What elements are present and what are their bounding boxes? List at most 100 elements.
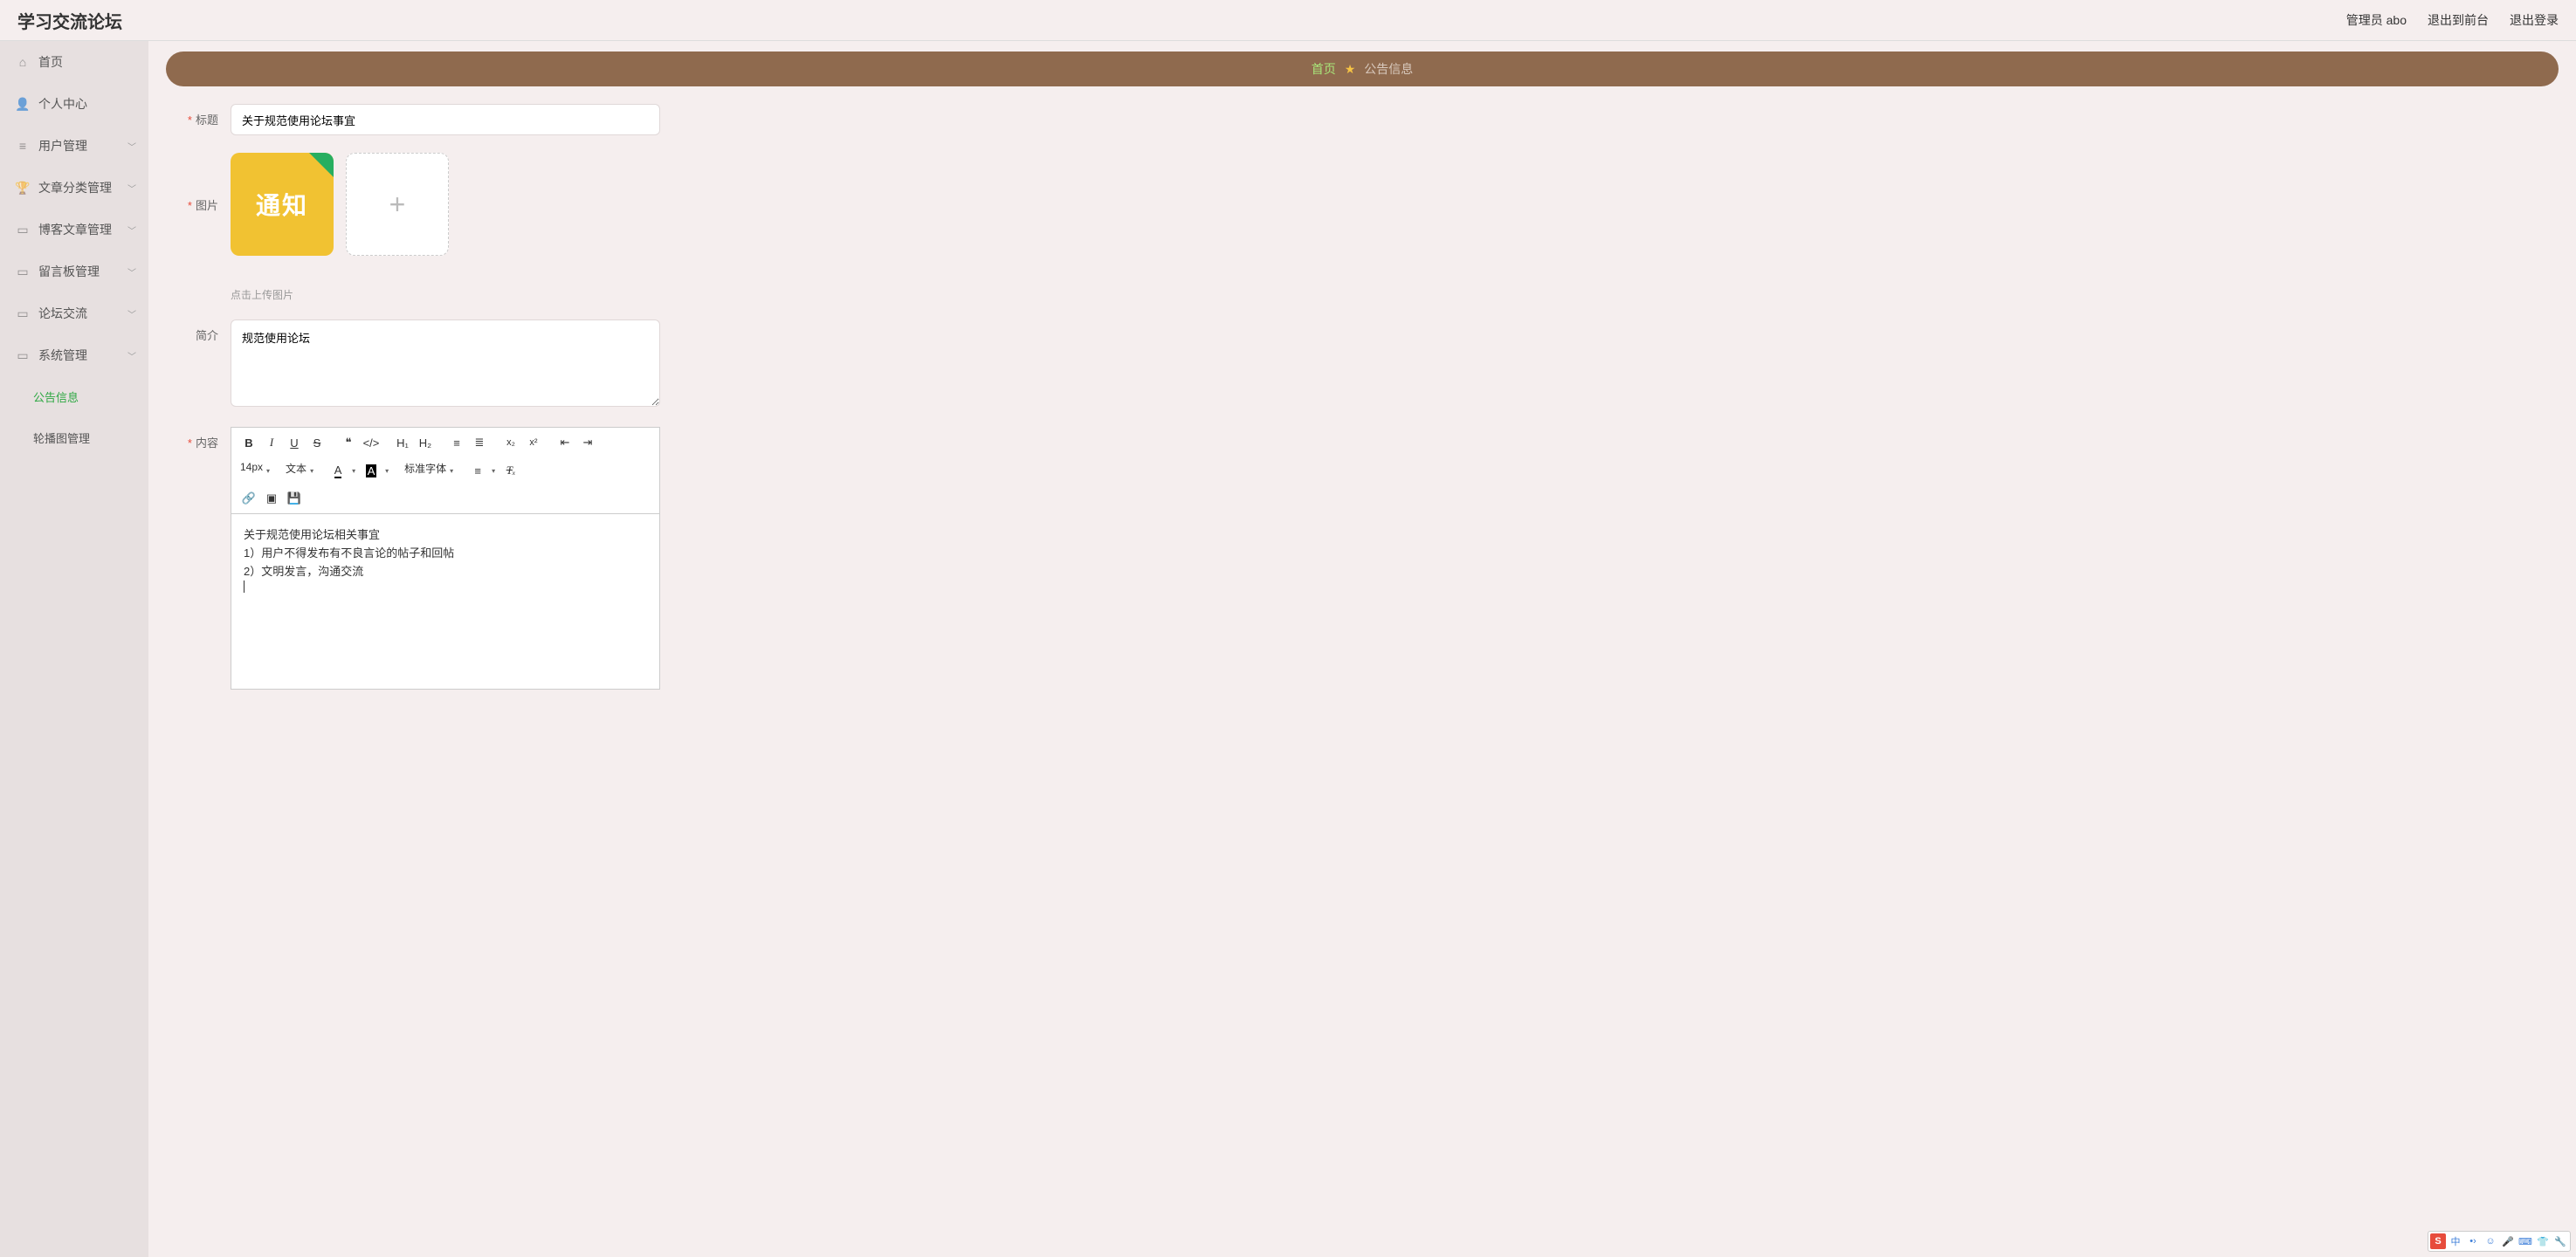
- strike-button[interactable]: S: [307, 433, 327, 452]
- sidebar-item-label: 博客文章管理: [38, 221, 112, 238]
- underline-button[interactable]: U: [284, 433, 305, 452]
- gear-icon: ▭: [16, 348, 30, 362]
- editor-toolbar: B I U S ❝ </> H₁ H₂ ≡ ≣ x₂: [231, 428, 659, 514]
- chevron-down-icon: ﹀: [127, 349, 136, 362]
- editor-body[interactable]: 关于规范使用论坛相关事宜 1）用户不得发布有不良言论的帖子和回帖 2）文明发言，…: [231, 514, 659, 689]
- exit-frontend-link[interactable]: 退出到前台: [2428, 11, 2489, 29]
- upload-hint: 点击上传图片: [231, 287, 2559, 302]
- top-right-nav: 管理员 abo 退出到前台 退出登录: [2346, 11, 2559, 29]
- logout-link[interactable]: 退出登录: [2510, 11, 2559, 29]
- chevron-down-icon: ﹀: [127, 307, 136, 320]
- text-color-button[interactable]: A: [327, 461, 348, 480]
- sidebar-item-label: 轮播图管理: [33, 429, 90, 446]
- main-content: 首页 ★ 公告信息 *标题 *图片 通知 +: [148, 41, 2576, 1257]
- ime-s-icon[interactable]: S: [2430, 1233, 2446, 1249]
- h2-button[interactable]: H₂: [415, 433, 436, 452]
- corner-badge: [309, 153, 334, 177]
- sidebar-item-guestbook[interactable]: ▭ 留言板管理 ﹀: [0, 251, 148, 292]
- fontsize-select[interactable]: 14px▾: [238, 461, 273, 480]
- top-bar: 学习交流论坛 管理员 abo 退出到前台 退出登录: [0, 0, 2576, 41]
- label-title: *标题: [166, 104, 218, 127]
- editor-line: 1）用户不得发布有不良言论的帖子和回帖: [244, 545, 647, 563]
- chevron-down-icon: ﹀: [127, 265, 136, 278]
- editor-line: 2）文明发言，沟通交流: [244, 563, 647, 581]
- row-intro: 简介 规范使用论坛: [166, 319, 2559, 409]
- ime-tool-icon[interactable]: 🔧: [2552, 1233, 2568, 1249]
- label-content: *内容: [166, 427, 218, 450]
- editor-line: 关于规范使用论坛相关事宜: [244, 526, 647, 545]
- sidebar-item-article-cat[interactable]: 🏆 文章分类管理 ﹀: [0, 167, 148, 209]
- bold-button[interactable]: B: [238, 433, 259, 452]
- label-image: *图片: [166, 153, 218, 213]
- sidebar-item-forum[interactable]: ▭ 论坛交流 ﹀: [0, 292, 148, 334]
- link-button[interactable]: 🔗: [238, 489, 259, 508]
- sidebar-item-home[interactable]: ⌂ 首页: [0, 41, 148, 83]
- ordered-list-button[interactable]: ≡: [446, 433, 467, 452]
- label-intro: 简介: [166, 319, 218, 343]
- sidebar-sub-announcement[interactable]: 公告信息: [0, 376, 148, 417]
- ime-face-icon[interactable]: ☺: [2483, 1233, 2498, 1249]
- doc-icon: ▭: [16, 223, 30, 237]
- h1-button[interactable]: H₁: [392, 433, 413, 452]
- sidebar-item-label: 首页: [38, 53, 63, 71]
- save-button[interactable]: 💾: [284, 489, 305, 508]
- sidebar-item-label: 系统管理: [38, 347, 87, 364]
- ime-punct-icon[interactable]: •›: [2465, 1233, 2481, 1249]
- intro-textarea[interactable]: 规范使用论坛: [231, 319, 660, 407]
- sidebar-sub-carousel[interactable]: 轮播图管理: [0, 417, 148, 458]
- image-button[interactable]: ▣: [261, 489, 282, 508]
- sidebar-item-system[interactable]: ▭ 系统管理 ﹀: [0, 334, 148, 376]
- ime-zh-icon[interactable]: 中: [2448, 1233, 2463, 1249]
- breadcrumb-home[interactable]: 首页: [1312, 60, 1336, 78]
- notice-text: 通知: [256, 187, 308, 222]
- thumbnail-notice[interactable]: 通知: [231, 153, 334, 256]
- sidebar-item-label: 论坛交流: [38, 305, 87, 322]
- indent-button[interactable]: ⇤: [554, 433, 575, 452]
- sidebar-item-label: 用户管理: [38, 137, 87, 155]
- italic-button[interactable]: I: [261, 433, 282, 452]
- superscript-button[interactable]: x²: [523, 433, 544, 452]
- row-content: *内容 B I U S ❝ </> H₁ H₂ ≡: [166, 427, 2559, 690]
- sidebar-item-label: 个人中心: [38, 95, 87, 113]
- title-input[interactable]: [231, 104, 660, 135]
- chevron-down-icon: ﹀: [127, 182, 136, 195]
- ime-mic-icon[interactable]: 🎤: [2500, 1233, 2516, 1249]
- gift-icon: ▭: [16, 306, 30, 320]
- admin-label[interactable]: 管理员 abo: [2346, 11, 2407, 29]
- block-select[interactable]: 文本▾: [284, 461, 317, 480]
- list-icon: ≡: [16, 139, 30, 153]
- plus-icon: +: [389, 189, 406, 221]
- upload-add-button[interactable]: +: [346, 153, 449, 256]
- sidebar-item-label: 文章分类管理: [38, 179, 112, 196]
- sidebar-item-label: 留言板管理: [38, 263, 100, 280]
- fontfamily-select[interactable]: 标准字体▾: [403, 461, 457, 480]
- ime-toolbar: S 中 •› ☺ 🎤 ⌨ 👕 🔧: [2428, 1231, 2571, 1252]
- breadcrumb: 首页 ★ 公告信息: [166, 52, 2559, 86]
- bg-color-button[interactable]: A: [361, 461, 382, 480]
- align-button[interactable]: ≡: [467, 461, 488, 480]
- unordered-list-button[interactable]: ≣: [469, 433, 490, 452]
- rich-editor: B I U S ❝ </> H₁ H₂ ≡ ≣ x₂: [231, 427, 660, 690]
- text-cursor: [244, 580, 245, 593]
- row-title: *标题: [166, 104, 2559, 135]
- ime-person-icon[interactable]: 👕: [2535, 1233, 2551, 1249]
- outdent-button[interactable]: ⇥: [577, 433, 598, 452]
- ime-keyboard-icon[interactable]: ⌨: [2517, 1233, 2533, 1249]
- sidebar: ⌂ 首页 👤 个人中心 ≡ 用户管理 ﹀ 🏆 文章分类管理 ﹀ ▭ 博客文章管理…: [0, 41, 148, 1257]
- code-button[interactable]: </>: [361, 433, 382, 452]
- app-logo: 学习交流论坛: [17, 8, 122, 33]
- sidebar-item-user-mgmt[interactable]: ≡ 用户管理 ﹀: [0, 125, 148, 167]
- breadcrumb-current: 公告信息: [1364, 60, 1413, 78]
- sidebar-item-profile[interactable]: 👤 个人中心: [0, 83, 148, 125]
- message-icon: ▭: [16, 264, 30, 278]
- home-icon: ⌂: [16, 55, 30, 69]
- trophy-icon: 🏆: [16, 181, 30, 195]
- row-image: *图片 通知 +: [166, 153, 2559, 256]
- quote-button[interactable]: ❝: [338, 433, 359, 452]
- chevron-down-icon: ﹀: [127, 140, 136, 153]
- star-icon: ★: [1345, 62, 1356, 77]
- sidebar-item-blog-mgmt[interactable]: ▭ 博客文章管理 ﹀: [0, 209, 148, 251]
- subscript-button[interactable]: x₂: [500, 433, 521, 452]
- clear-format-button[interactable]: Tₓ: [500, 461, 521, 480]
- chevron-down-icon: ﹀: [127, 223, 136, 237]
